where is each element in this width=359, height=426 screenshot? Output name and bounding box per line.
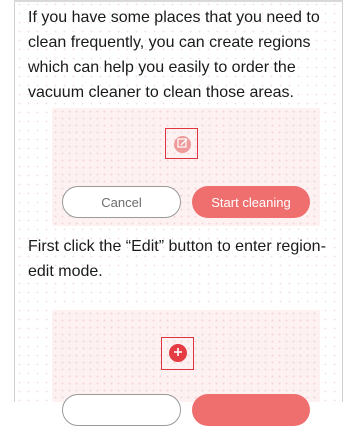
step-paragraph: First click the “Edit” button to enter r… [28,238,326,280]
start-cleaning-button[interactable] [192,394,310,426]
start-cleaning-button[interactable]: Start cleaning [192,186,310,218]
cancel-button[interactable]: Cancel [62,186,181,218]
cancel-button[interactable] [62,394,181,426]
intro-paragraph: If you have some places that you need to… [28,9,320,101]
add-region-button[interactable] [169,344,187,362]
edit-icon [177,136,188,154]
plus-icon [173,344,183,362]
top-divider [14,0,343,2]
edit-button[interactable] [174,136,191,153]
